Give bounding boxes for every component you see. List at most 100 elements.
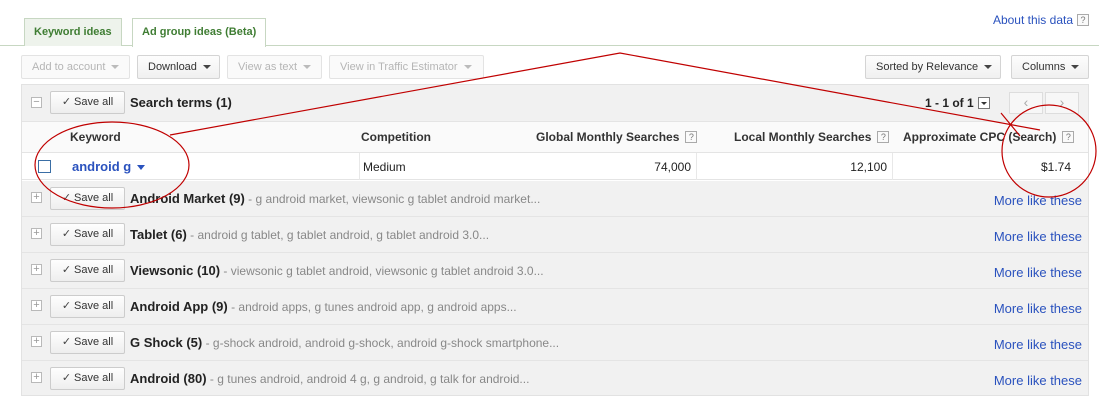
expand-icon[interactable]: +	[31, 264, 42, 275]
ad-group-row: + ✓ Save all Android (80) - g tunes andro…	[22, 361, 1088, 395]
help-icon[interactable]: ?	[685, 131, 698, 143]
cpc-value: $1.74	[1040, 160, 1071, 174]
column-cpc-label: Approximate CPC (Search)	[903, 130, 1057, 144]
checkmark-icon: ✓	[61, 264, 72, 276]
more-like-these-link[interactable]: More like these	[994, 193, 1082, 208]
save-all-label: Save all	[74, 96, 114, 108]
column-competition-label: Competition	[361, 130, 431, 144]
view-as-text-label: View as text	[238, 61, 298, 73]
chevron-down-icon	[303, 65, 312, 70]
sort-dropdown[interactable]: Sorted by Relevance	[865, 55, 1001, 79]
checkmark-icon: ✓	[61, 300, 72, 312]
checkmark-icon: ✓	[61, 336, 72, 348]
pagination: 1 - 1 of 1	[925, 96, 990, 110]
help-icon[interactable]: ?	[877, 131, 890, 143]
tab-ad-group-ideas[interactable]: Ad group ideas (Beta)	[132, 18, 267, 47]
ad-group-keywords: - android g tablet, g tablet android, g …	[186, 228, 490, 242]
checkmark-icon: ✓	[61, 228, 72, 240]
ad-group-title: Viewsonic (10) - viewsonic g tablet andr…	[130, 263, 544, 278]
about-label: About this data	[992, 13, 1073, 27]
save-all-label: Save all	[74, 264, 114, 276]
ad-group-name: Android Market (9)	[130, 191, 245, 206]
view-as-text-button[interactable]: View as text	[227, 55, 322, 79]
column-header-row: Keyword Competition Global Monthly Searc…	[22, 122, 1088, 153]
expand-icon[interactable]: +	[31, 228, 42, 239]
checkmark-icon: ✓	[61, 192, 72, 204]
keyword-checkbox[interactable]	[38, 160, 51, 173]
expand-icon[interactable]: +	[31, 192, 42, 203]
tab-bar: Keyword ideas Ad group ideas (Beta) Abou…	[0, 0, 1099, 47]
column-keyword-label: Keyword	[70, 130, 121, 144]
ad-group-name: Android (80)	[130, 371, 207, 386]
more-like-these-link[interactable]: More like these	[994, 373, 1082, 388]
help-icon[interactable]: ?	[1062, 131, 1075, 143]
columns-dropdown[interactable]: Columns	[1011, 55, 1089, 79]
ad-group-keywords: - android apps, g tunes android app, g a…	[227, 300, 517, 314]
ad-group-name: Android App (9)	[130, 299, 228, 314]
download-button[interactable]: Download	[137, 55, 220, 79]
checkmark-icon: ✓	[61, 96, 72, 108]
save-all-button[interactable]: ✓ Save all	[50, 331, 125, 354]
save-all-button[interactable]: ✓ Save all	[50, 187, 125, 210]
competition-value: Medium	[363, 160, 406, 174]
add-to-account-button[interactable]: Add to account	[21, 55, 130, 79]
expand-icon[interactable]: +	[31, 372, 42, 383]
view-in-traffic-estimator-button[interactable]: View in Traffic Estimator	[329, 55, 484, 79]
save-all-button[interactable]: ✓ Save all	[50, 295, 125, 318]
ad-group-keywords: - g-shock android, android g-shock, andr…	[202, 336, 560, 350]
chevron-down-icon	[202, 65, 211, 70]
chevron-down-icon	[984, 65, 993, 70]
more-like-these-link[interactable]: More like these	[994, 301, 1082, 316]
chevron-down-icon	[463, 65, 472, 70]
expand-icon[interactable]: +	[31, 300, 42, 311]
collapse-icon[interactable]: −	[31, 97, 42, 108]
save-all-button[interactable]: ✓ Save all	[50, 91, 125, 114]
column-local-searches[interactable]: Local Monthly Searches?	[734, 130, 890, 144]
more-like-these-link[interactable]: More like these	[994, 337, 1082, 352]
save-all-label: Save all	[74, 300, 114, 312]
ad-group-keywords: - g tunes android, android 4 g, g androi…	[206, 372, 530, 386]
column-global-label: Global Monthly Searches	[536, 130, 680, 144]
keyword-row: android g Medium 74,000 12,100 $1.74	[22, 153, 1088, 180]
prev-page-button[interactable]: ‹	[1009, 92, 1043, 114]
ad-group-name: G Shock (5)	[130, 335, 203, 350]
chevron-down-icon	[111, 65, 120, 70]
column-approximate-cpc[interactable]: Approximate CPC (Search)?	[903, 130, 1075, 144]
search-terms-title: Search terms (1)	[130, 95, 232, 110]
next-page-button[interactable]: ›	[1045, 92, 1079, 114]
save-all-button[interactable]: ✓ Save all	[50, 367, 125, 390]
ad-group-row: + ✓ Save all Android App (9) - android ap…	[22, 289, 1088, 325]
expand-icon[interactable]: +	[31, 336, 42, 347]
ad-group-keywords: - g android market, viewsonic g tablet a…	[244, 192, 541, 206]
keyword-link[interactable]: android g	[72, 159, 145, 174]
column-competition[interactable]: Competition	[361, 130, 431, 144]
ad-group-title: Android App (9) - android apps, g tunes …	[130, 299, 517, 314]
column-local-label: Local Monthly Searches	[734, 130, 872, 144]
ad-group-title: Android (80) - g tunes android, android …	[130, 371, 529, 386]
ad-group-title: Tablet (6) - android g tablet, g tablet …	[130, 227, 489, 242]
column-global-searches[interactable]: Global Monthly Searches?	[536, 130, 698, 144]
about-this-data-link[interactable]: About this data ?	[993, 13, 1089, 27]
ad-group-name: Tablet (6)	[130, 227, 187, 242]
save-all-button[interactable]: ✓ Save all	[50, 259, 125, 282]
add-to-account-label: Add to account	[32, 61, 106, 73]
column-keyword[interactable]: Keyword	[70, 130, 121, 144]
columns-label: Columns	[1022, 61, 1066, 73]
tab-keyword-ideas[interactable]: Keyword ideas	[24, 18, 122, 46]
ad-group-keywords: - viewsonic g tablet android, viewsonic …	[220, 264, 544, 278]
more-like-these-link[interactable]: More like these	[994, 229, 1082, 244]
ad-group-row: + ✓ Save all G Shock (5) - g-shock androi…	[22, 325, 1088, 361]
save-all-button[interactable]: ✓ Save all	[50, 223, 125, 246]
page-select-icon[interactable]	[977, 97, 990, 109]
ad-group-row: + ✓ Save all Android Market (9) - g andro…	[22, 181, 1088, 217]
more-like-these-link[interactable]: More like these	[994, 265, 1082, 280]
pagination-label: 1 - 1 of 1	[925, 96, 974, 110]
traffic-estimator-label: View in Traffic Estimator	[340, 61, 458, 73]
ad-group-title: G Shock (5) - g-shock android, android g…	[130, 335, 559, 350]
save-all-label: Save all	[74, 228, 114, 240]
help-icon[interactable]: ?	[1077, 14, 1089, 26]
download-label: Download	[148, 61, 197, 73]
save-all-label: Save all	[74, 192, 114, 204]
chevron-down-icon[interactable]	[136, 165, 145, 171]
ad-group-table: − ✓ Save all Search terms (1) 1 - 1 of 1 …	[21, 84, 1089, 396]
